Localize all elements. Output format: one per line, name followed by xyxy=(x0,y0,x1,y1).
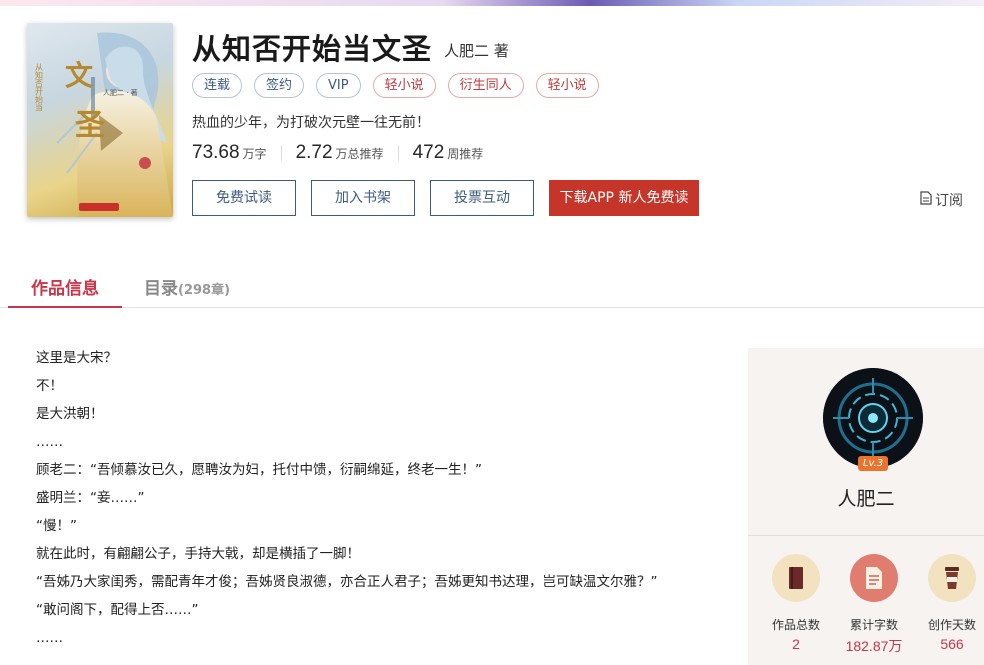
metric-creation-days: 创作天数 566 xyxy=(914,554,984,652)
metric-works-total: 作品总数 2 xyxy=(758,554,834,652)
avatar[interactable] xyxy=(823,368,923,468)
subscribe-link[interactable]: 订阅 xyxy=(920,190,963,210)
tag-serializing[interactable]: 连载 xyxy=(192,73,243,98)
add-to-shelf-button[interactable]: 加入书架 xyxy=(311,180,415,216)
metric-value: 2 xyxy=(792,636,800,652)
stat-divider xyxy=(280,145,282,161)
stat-weekly-recommend: 472 周推荐 xyxy=(413,142,484,164)
subscribe-label: 订阅 xyxy=(935,193,963,209)
metric-label: 累计字数 xyxy=(849,618,898,632)
author-panel: Lv.3 人肥二 作品总数 2 累计字数 182.87万 创作天数 566 xyxy=(748,348,984,665)
tag-fan-fiction[interactable]: 衍生同人 xyxy=(447,73,524,98)
tab-table-of-contents[interactable]: 目录(298章) xyxy=(144,274,230,299)
book-stats: 73.68 万字 2.72 万总推荐 472 周推荐 xyxy=(192,142,483,164)
metric-value: 566 xyxy=(940,636,964,652)
metric-label: 作品总数 xyxy=(771,618,820,632)
book-intro: 热血的少年，为打破次元壁一往无前！ xyxy=(192,115,430,131)
download-app-button[interactable]: 下载APP 新人免费读 xyxy=(549,180,699,216)
book-icon xyxy=(772,554,820,602)
tag-list: 连载 签约 VIP 轻小说 衍生同人 轻小说 xyxy=(192,73,599,98)
stat-total-recommend-value: 2.72 xyxy=(295,142,333,163)
stat-word-count-value: 73.68 xyxy=(192,142,240,163)
free-read-button[interactable]: 免费试读 xyxy=(192,180,296,216)
description-line: 顾老二：“吾倾慕汝已久，愿聘汝为妇，托付中馈，衍嗣绵延，终老一生！” xyxy=(36,462,482,478)
tag-signed[interactable]: 签约 xyxy=(254,73,305,98)
description-line: 就在此时，有翩翩公子，手持大戟，却是横插了一脚！ xyxy=(36,546,360,562)
description-line: 不！ xyxy=(36,378,63,394)
stat-weekly-recommend-value: 472 xyxy=(412,142,445,163)
book-author[interactable]: 人肥二 著 xyxy=(444,40,509,61)
top-banner-strip xyxy=(0,0,984,6)
metric-value: 182.87万 xyxy=(845,638,903,654)
description-line: 这里是大宋？ xyxy=(36,350,117,366)
cover-side-text: 从知否开始当 xyxy=(35,63,44,112)
vote-button[interactable]: 投票互动 xyxy=(430,180,534,216)
description-line: …… xyxy=(36,434,63,450)
stat-word-count: 73.68 万字 xyxy=(192,142,267,164)
stat-weekly-recommend-unit: 周推荐 xyxy=(447,147,484,161)
stat-total-recommend-unit: 万总推荐 xyxy=(335,147,384,161)
tab-toc-label: 目录 xyxy=(144,279,178,299)
stat-word-count-unit: 万字 xyxy=(242,147,267,161)
tag-light-novel[interactable]: 轻小说 xyxy=(372,73,436,98)
author-name[interactable]: 人肥二 xyxy=(748,484,984,511)
description-line: “慢！” xyxy=(36,518,77,534)
metric-total-words: 累计字数 182.87万 xyxy=(836,554,912,656)
metric-label: 创作天数 xyxy=(927,618,976,632)
cover-char-1: 文 xyxy=(65,59,93,92)
description-line: 盛明兰：“妾……” xyxy=(36,490,145,506)
description-line: …… xyxy=(36,630,63,646)
description-line: 是大洪朝！ xyxy=(36,406,104,422)
author-level-badge: Lv.3 xyxy=(858,456,888,471)
cover-char-2: 圣 xyxy=(75,108,106,143)
document-icon xyxy=(920,191,932,209)
tag-light-novel-sub[interactable]: 轻小说 xyxy=(535,73,599,98)
tab-bar: 作品信息 目录(298章) xyxy=(0,270,984,308)
tab-work-info[interactable]: 作品信息 xyxy=(8,274,122,308)
book-title: 从知否开始当文圣 xyxy=(192,32,433,66)
stat-divider xyxy=(397,145,399,161)
coffee-cup-icon xyxy=(928,554,976,602)
description-line: “敢问阁下，配得上否……” xyxy=(36,602,199,618)
divider xyxy=(748,535,984,536)
book-description: 这里是大宋？ 不！ 是大洪朝！ …… 顾老二：“吾倾慕汝已久，愿聘汝为妇，托付中… xyxy=(36,344,658,652)
document-icon xyxy=(850,554,898,602)
tag-vip[interactable]: VIP xyxy=(316,73,361,98)
book-cover[interactable]: 文 圣 从知否开始当 人肥二 · 著 xyxy=(27,23,173,217)
stat-total-recommend: 2.72 万总推荐 xyxy=(296,142,384,164)
description-line: “吾姊乃大家闺秀，需配青年才俊；吾姊贤良淑德，亦合正人君子；吾姊更知书达理，岂可… xyxy=(36,574,658,590)
tab-toc-count: (298章) xyxy=(178,283,231,298)
cover-author: 人肥二 · 著 xyxy=(103,88,138,97)
